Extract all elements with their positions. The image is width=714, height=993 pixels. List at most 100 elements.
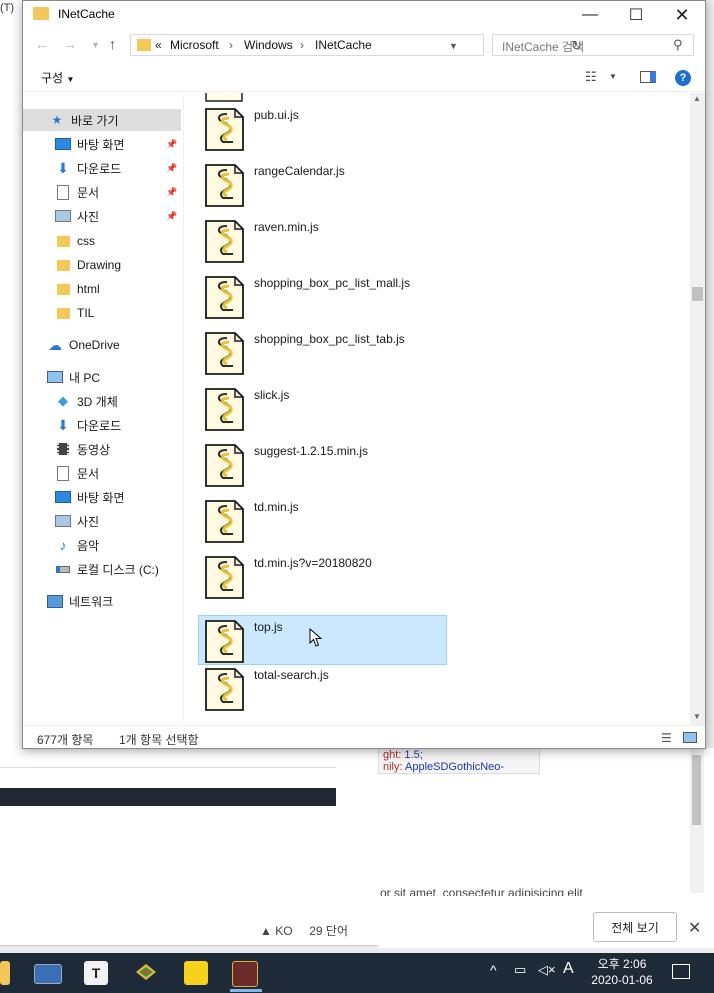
nav-item-pc-documents[interactable]: 문서	[23, 462, 181, 484]
preview-pane-icon[interactable]	[640, 71, 656, 83]
nav-item-pictures[interactable]: 사진 📌	[23, 205, 181, 227]
maximize-button[interactable]: ☐	[613, 1, 659, 29]
js-file-icon	[205, 388, 244, 431]
nav-item-pc-downloads[interactable]: ⬇ 다운로드	[23, 414, 181, 436]
close-icon[interactable]: ✕	[688, 918, 701, 938]
taskbar-explorer-icon[interactable]	[0, 961, 10, 985]
item-count: 677개 항목	[37, 733, 94, 747]
nav-item-network[interactable]: 네트워크	[23, 590, 181, 612]
taskbar-game-icon[interactable]	[232, 961, 258, 987]
taskbar-app-icon[interactable]	[34, 964, 62, 984]
folder-icon	[55, 234, 71, 248]
title-bar[interactable]: INetCache — ☐ ✕	[23, 1, 705, 31]
nav-item-downloads[interactable]: ⬇ 다운로드 📌	[23, 157, 181, 179]
file-name: total-search.js	[254, 668, 329, 682]
pin-icon[interactable]: 📌	[166, 211, 177, 222]
nav-item-documents[interactable]: 문서 📌	[23, 181, 181, 203]
chevron-down-icon[interactable]: ▼	[609, 72, 617, 81]
folder-icon	[33, 7, 49, 20]
organize-menu[interactable]: 구성 ▼	[41, 69, 74, 86]
file-row[interactable]: pub.ui.js	[198, 103, 447, 153]
nav-item-desktop[interactable]: 바탕 화면 📌	[23, 133, 181, 155]
picture-icon	[55, 514, 71, 528]
pin-icon[interactable]: 📌	[166, 187, 177, 198]
file-row[interactable]: td.min.js?v=20180820	[198, 551, 447, 601]
chevron-up-icon[interactable]: ^	[490, 962, 497, 978]
up-button[interactable]: ↑	[109, 36, 116, 52]
file-row[interactable]: suggest-1.2.15.min.js	[198, 439, 447, 489]
warning-icon: ▲	[260, 924, 272, 938]
taskbar-typora-icon[interactable]: T	[84, 961, 108, 985]
minimize-button[interactable]: —	[567, 1, 613, 29]
file-row-selected[interactable]: top.js	[198, 615, 447, 665]
file-row[interactable]: shopping_box_pc_list_tab.js	[198, 327, 447, 377]
nav-item-onedrive[interactable]: ☁ OneDrive	[23, 334, 181, 356]
help-icon[interactable]: ?	[675, 70, 691, 86]
file-row[interactable]: rangeCalendar.js	[198, 159, 447, 209]
nav-item-3d-objects[interactable]: ◆ 3D 개체	[23, 390, 181, 412]
file-row[interactable]: raven.min.js	[198, 215, 447, 265]
file-list-scrollbar[interactable]: ▲ ▼	[690, 93, 705, 725]
file-row[interactable]: td.min.js	[198, 495, 447, 545]
video-icon	[55, 442, 71, 456]
scroll-down-icon[interactable]: ▼	[693, 712, 701, 721]
file-name: top.js	[254, 620, 283, 634]
file-row[interactable]: total-search.js	[198, 663, 447, 713]
js-file-icon	[205, 444, 244, 487]
pin-icon[interactable]: 📌	[166, 139, 177, 150]
ime-indicator[interactable]: A	[563, 960, 574, 978]
background-scrollbar-thumb[interactable]	[692, 755, 701, 825]
back-button[interactable]: ←	[35, 36, 49, 52]
folder-icon	[137, 39, 151, 51]
music-icon: ♪	[59, 537, 67, 553]
nav-item-local-disk[interactable]: 로컬 디스크 (C:)	[23, 558, 181, 580]
full-view-button[interactable]: 전체 보기	[593, 912, 677, 942]
file-name: rangeCalendar.js	[254, 164, 345, 178]
search-icon[interactable]: ⚲	[673, 37, 683, 53]
taskbar-layers-icon[interactable]	[134, 961, 158, 985]
large-icons-view-icon[interactable]	[683, 732, 697, 743]
nav-item-this-pc[interactable]: 내 PC	[23, 366, 181, 388]
search-placeholder: INetCache 검색	[502, 40, 585, 54]
forward-button[interactable]: →	[63, 36, 77, 52]
close-button[interactable]: ✕	[659, 1, 705, 29]
search-box[interactable]: INetCache 검색 ⚲	[492, 34, 694, 56]
notification-icon[interactable]	[672, 964, 690, 979]
file-name: shopping_box_pc_list_tab.js	[254, 332, 405, 346]
file-row[interactable]: slick.js	[198, 383, 447, 433]
taskbar-sticky-notes-icon[interactable]	[184, 961, 208, 985]
nav-item-videos[interactable]: 동영상	[23, 438, 181, 460]
nav-item-drawing[interactable]: Drawing	[23, 254, 181, 276]
nav-item-pc-desktop[interactable]: 바탕 화면	[23, 486, 181, 508]
recent-locations-button[interactable]: ▼	[91, 40, 100, 50]
nav-item-quick-access[interactable]: ★ 바로 가기	[23, 109, 181, 131]
details-view-icon[interactable]: ☰	[661, 731, 672, 745]
network-tray-icon[interactable]: ▭	[514, 962, 526, 978]
pin-icon[interactable]: 📌	[166, 163, 177, 174]
nav-item-til[interactable]: TIL	[23, 302, 181, 324]
js-file-icon	[205, 220, 244, 263]
mouse-cursor-icon	[309, 628, 323, 647]
taskbar-clock[interactable]: 오후 2:06 2020-01-06	[584, 956, 660, 988]
breadcrumb-windows[interactable]: Windows	[244, 38, 293, 52]
address-bar[interactable]: « Microsoft › Windows › INetCache ▼ ↻	[130, 34, 582, 56]
command-bar: 구성 ▼ ☷ ▼ ?	[23, 63, 705, 92]
js-file-icon	[205, 332, 244, 375]
nav-item-css[interactable]: css	[23, 230, 181, 252]
breadcrumb-inetcache[interactable]: INetCache	[315, 38, 372, 52]
nav-item-html[interactable]: html	[23, 278, 181, 300]
file-row[interactable]: shopping_box_pc_list_mall.js	[198, 271, 447, 321]
scroll-up-icon[interactable]: ▲	[693, 94, 701, 103]
cube-icon: ◆	[58, 393, 68, 408]
nav-item-pc-pictures[interactable]: 사진	[23, 510, 181, 532]
breadcrumb-separator: ›	[229, 38, 233, 52]
nav-item-music[interactable]: ♪ 음악	[23, 534, 181, 556]
volume-muted-icon[interactable]: ◁×	[538, 962, 556, 978]
breadcrumb-microsoft[interactable]: Microsoft	[170, 38, 219, 52]
background-mini-statusbar	[0, 767, 336, 788]
view-options-icon[interactable]: ☷	[585, 69, 597, 85]
breadcrumb-overflow[interactable]: «	[155, 38, 162, 52]
scrollbar-thumb[interactable]	[692, 287, 703, 301]
folder-icon	[55, 258, 71, 272]
chevron-down-icon[interactable]: ▼	[449, 41, 458, 51]
